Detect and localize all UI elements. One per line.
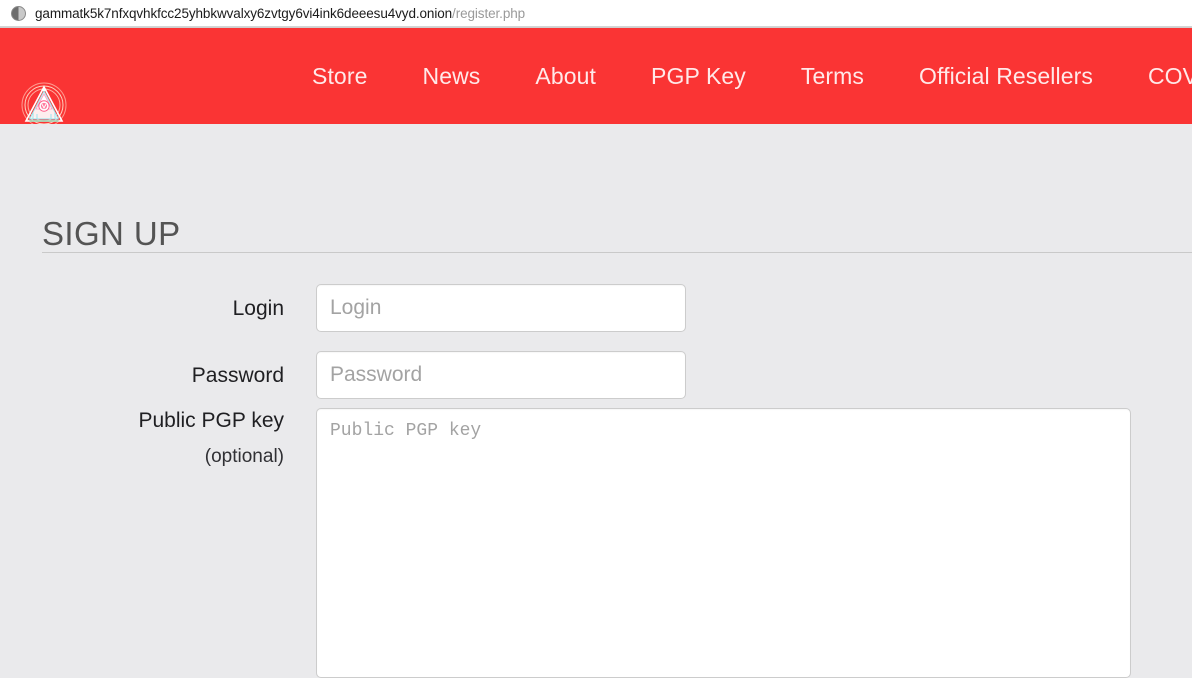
url-host: gammatk5k7nfxqvhkfcc25yhbkwvalxy6zvtgy6v… (35, 5, 453, 21)
pyramid-emblem-logo[interactable] (21, 82, 67, 124)
nav-item-pgp-key[interactable]: PGP Key (651, 63, 746, 90)
nav-item-terms[interactable]: Terms (801, 63, 864, 90)
browser-chrome: gammatk5k7nfxqvhkfcc25yhbkwvalxy6zvtgy6v… (0, 0, 1192, 28)
onion-site-identity-icon[interactable] (11, 5, 26, 21)
page-title: SIGN UP (42, 215, 181, 253)
password-input[interactable] (316, 351, 686, 399)
url-path: /register.php (452, 5, 526, 21)
nav-item-store[interactable]: Store (312, 63, 367, 90)
site-header: Store News About PGP Key Terms Official … (0, 28, 1192, 124)
page-content: SIGN UP Login Password Public PGP key (o… (0, 124, 1192, 678)
nav-item-covid-shipping-restrictions[interactable]: COVID Shipping Res (1148, 63, 1192, 90)
password-label: Password (191, 364, 284, 387)
login-input[interactable] (316, 284, 686, 332)
login-label: Login (232, 297, 284, 320)
nav-item-about[interactable]: About (535, 63, 596, 90)
nav-item-official-resellers[interactable]: Official Resellers (919, 63, 1093, 90)
public-pgp-key-label: Public PGP key (138, 409, 284, 432)
main-navigation: Store News About PGP Key Terms Official … (312, 28, 1192, 124)
title-divider (42, 252, 1192, 253)
nav-item-news[interactable]: News (422, 63, 480, 90)
public-pgp-key-textarea[interactable] (316, 408, 1131, 678)
public-pgp-key-optional-note: (optional) (204, 446, 284, 467)
url-text: gammatk5k7nfxqvhkfcc25yhbkwvalxy6zvtgy6v… (35, 6, 525, 21)
url-bar[interactable]: gammatk5k7nfxqvhkfcc25yhbkwvalxy6zvtgy6v… (0, 0, 1192, 27)
